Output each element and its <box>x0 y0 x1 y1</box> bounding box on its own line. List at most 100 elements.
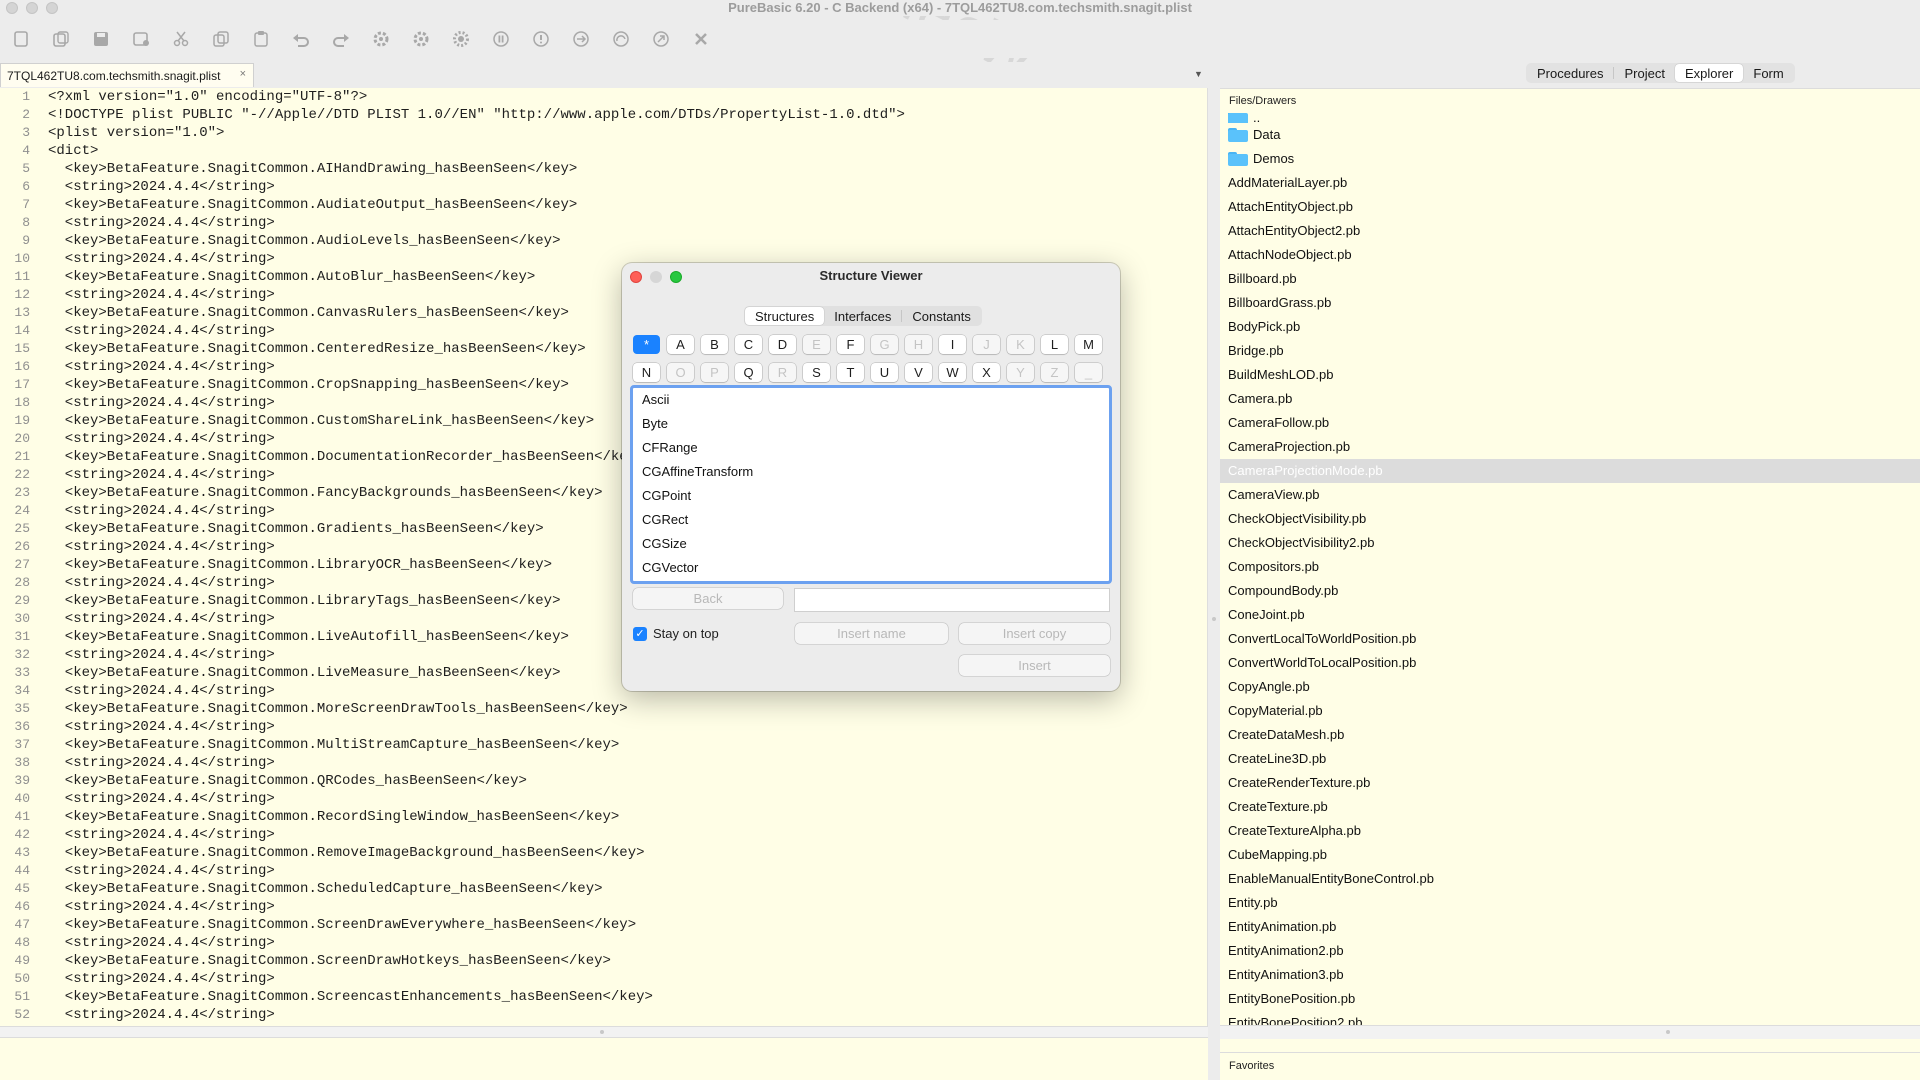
tab-constants[interactable]: Constants <box>902 307 981 325</box>
file-item[interactable]: BillboardGrass.pb <box>1220 291 1920 315</box>
file-item[interactable]: CubeMapping.pb <box>1220 843 1920 867</box>
step-over-icon[interactable] <box>610 28 632 50</box>
file-item[interactable]: EnableManualEntityBoneControl.pb <box>1220 867 1920 891</box>
file-item[interactable]: CameraProjection.pb <box>1220 435 1920 459</box>
file-item[interactable]: AttachEntityObject.pb <box>1220 195 1920 219</box>
file-item[interactable]: CheckObjectVisibility2.pb <box>1220 531 1920 555</box>
letter-button-b[interactable]: B <box>701 335 728 354</box>
path-field[interactable] <box>794 588 1110 612</box>
code-line[interactable]: <key>BetaFeature.SnagitCommon.MoreScreen… <box>48 700 1207 718</box>
structure-list-item[interactable]: CGAffineTransform <box>633 460 1109 484</box>
code-line[interactable]: <key>BetaFeature.SnagitCommon.AIHandDraw… <box>48 160 1207 178</box>
step-out-icon[interactable] <box>650 28 672 50</box>
code-line[interactable]: <key>BetaFeature.SnagitCommon.RemoveImag… <box>48 844 1207 862</box>
letter-button-e[interactable]: E <box>803 335 830 354</box>
letter-button-p[interactable]: P <box>701 363 728 382</box>
letter-button-all[interactable]: * <box>633 335 660 354</box>
letter-button-z[interactable]: Z <box>1041 363 1068 382</box>
structure-list-item[interactable]: CGRect <box>633 508 1109 532</box>
files-favorites-splitter[interactable] <box>1220 1025 1920 1039</box>
structure-list-item[interactable]: CGVector <box>633 556 1109 580</box>
code-line[interactable]: <string>2024.4.4</string> <box>48 934 1207 952</box>
tab-interfaces[interactable]: Interfaces <box>824 307 901 325</box>
letter-button-w[interactable]: W <box>939 363 966 382</box>
code-line[interactable]: <string>2024.4.4</string> <box>48 1006 1207 1024</box>
code-line[interactable]: <?xml version="1.0" encoding="UTF-8"?> <box>48 88 1207 106</box>
letter-button-x[interactable]: X <box>973 363 1000 382</box>
structure-list-item[interactable]: CGPoint <box>633 484 1109 508</box>
insert-copy-button[interactable]: Insert copy <box>959 623 1110 644</box>
file-item[interactable]: EntityBonePosition.pb <box>1220 987 1920 1011</box>
letter-button-f[interactable]: F <box>837 335 864 354</box>
kill-icon[interactable] <box>690 28 712 50</box>
paste-icon[interactable] <box>250 28 272 50</box>
code-line[interactable]: <key>BetaFeature.SnagitCommon.ScheduledC… <box>48 880 1207 898</box>
cut-icon[interactable] <box>170 28 192 50</box>
file-item[interactable]: Bridge.pb <box>1220 339 1920 363</box>
structure-list-item[interactable]: CFRange <box>633 436 1109 460</box>
insert-button[interactable]: Insert <box>959 655 1110 676</box>
stop-icon[interactable] <box>530 28 552 50</box>
letter-button-c[interactable]: C <box>735 335 762 354</box>
file-item[interactable]: BuildMeshLOD.pb <box>1220 363 1920 387</box>
letter-button-k[interactable]: K <box>1007 335 1034 354</box>
letter-button-underscore[interactable]: _ <box>1075 363 1102 382</box>
open-file-icon[interactable] <box>50 28 72 50</box>
pause-icon[interactable] <box>490 28 512 50</box>
file-item[interactable]: EntityAnimation3.pb <box>1220 963 1920 987</box>
letter-button-g[interactable]: G <box>871 335 898 354</box>
letter-button-v[interactable]: V <box>905 363 932 382</box>
code-line[interactable]: <key>BetaFeature.SnagitCommon.ScreenDraw… <box>48 952 1207 970</box>
file-item[interactable]: CameraView.pb <box>1220 483 1920 507</box>
structure-list-item[interactable]: CGSize <box>633 532 1109 556</box>
close-tab-icon[interactable]: × <box>240 68 246 80</box>
letter-button-y[interactable]: Y <box>1007 363 1034 382</box>
code-line[interactable]: <string>2024.4.4</string> <box>48 214 1207 232</box>
file-item[interactable]: CameraFollow.pb <box>1220 411 1920 435</box>
code-line[interactable]: <string>2024.4.4</string> <box>48 718 1207 736</box>
folder-item[interactable]: Data <box>1220 123 1920 147</box>
code-line[interactable]: <string>2024.4.4</string> <box>48 862 1207 880</box>
save-as-icon[interactable] <box>130 28 152 50</box>
file-item[interactable]: CopyAngle.pb <box>1220 675 1920 699</box>
code-line[interactable]: <key>BetaFeature.SnagitCommon.QRCodes_ha… <box>48 772 1207 790</box>
panel-splitter[interactable] <box>1208 62 1220 1080</box>
settings-icon[interactable] <box>450 28 472 50</box>
new-file-icon[interactable] <box>10 28 32 50</box>
letter-button-o[interactable]: O <box>667 363 694 382</box>
letter-button-a[interactable]: A <box>667 335 694 354</box>
tab-explorer[interactable]: Explorer <box>1674 64 1744 82</box>
insert-name-button[interactable]: Insert name <box>795 623 948 644</box>
stay-on-top-checkbox[interactable]: ✓ <box>633 627 647 641</box>
file-item[interactable]: EntityBonePosition2.pb <box>1220 1011 1920 1025</box>
file-tab[interactable]: 7TQL462TU8.com.techsmith.snagit.plist × <box>0 63 254 87</box>
file-item[interactable]: Camera.pb <box>1220 387 1920 411</box>
code-line[interactable]: <key>BetaFeature.SnagitCommon.ScreenDraw… <box>48 916 1207 934</box>
file-item[interactable]: ConvertWorldToLocalPosition.pb <box>1220 651 1920 675</box>
letter-button-t[interactable]: T <box>837 363 864 382</box>
file-item[interactable]: ConvertLocalToWorldPosition.pb <box>1220 627 1920 651</box>
debugger-icon[interactable] <box>410 28 432 50</box>
file-item[interactable]: AttachEntityObject2.pb <box>1220 219 1920 243</box>
file-item[interactable]: CreateTexture.pb <box>1220 795 1920 819</box>
file-item[interactable]: CameraProjectionMode.pb <box>1220 459 1920 483</box>
code-line[interactable]: <string>2024.4.4</string> <box>48 898 1207 916</box>
code-line[interactable]: <key>BetaFeature.SnagitCommon.AudiateOut… <box>48 196 1207 214</box>
letter-button-q[interactable]: Q <box>735 363 762 382</box>
tab-form[interactable]: Form <box>1743 64 1793 82</box>
tab-procedures[interactable]: Procedures <box>1527 64 1613 82</box>
letter-button-d[interactable]: D <box>769 335 796 354</box>
file-item[interactable]: ConeJoint.pb <box>1220 603 1920 627</box>
file-item[interactable]: CopyMaterial.pb <box>1220 699 1920 723</box>
letter-button-u[interactable]: U <box>871 363 898 382</box>
code-line[interactable]: <string>2024.4.4</string> <box>48 790 1207 808</box>
undo-icon[interactable] <box>290 28 312 50</box>
copy-icon[interactable] <box>210 28 232 50</box>
compile-run-icon[interactable] <box>370 28 392 50</box>
letter-button-r[interactable]: R <box>769 363 796 382</box>
letter-button-i[interactable]: I <box>939 335 966 354</box>
tab-project[interactable]: Project <box>1614 64 1674 82</box>
letter-button-n[interactable]: N <box>633 363 660 382</box>
file-list[interactable]: .. Data Demos AddMaterialLayer.pb AttachEnti… <box>1220 113 1920 1025</box>
file-item[interactable]: CompoundBody.pb <box>1220 579 1920 603</box>
